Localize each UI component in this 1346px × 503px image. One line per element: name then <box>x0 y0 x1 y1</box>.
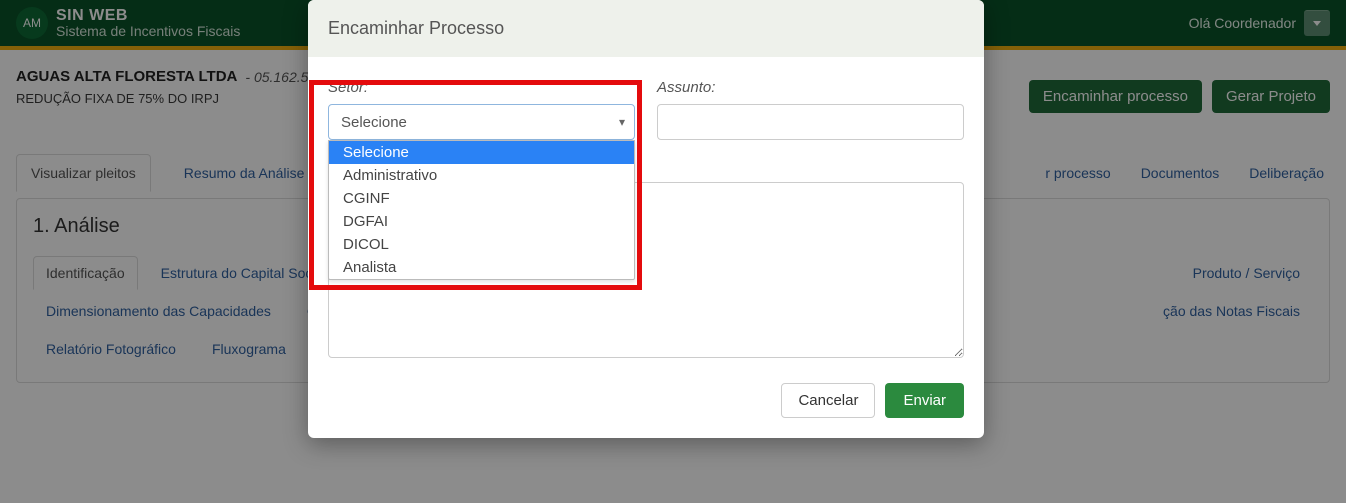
sector-select-wrap: Selecione ▾ Selecione Administrativo CGI… <box>328 104 635 140</box>
forward-process-modal: Encaminhar Processo Setor: Selecione ▾ S… <box>308 0 984 438</box>
sector-option-analista[interactable]: Analista <box>329 256 634 279</box>
sector-option-cginf[interactable]: CGINF <box>329 187 634 210</box>
sector-label: Setor: <box>328 79 635 96</box>
sector-dropdown: Selecione Administrativo CGINF DGFAI DIC… <box>328 140 635 280</box>
subject-label: Assunto: <box>657 79 964 96</box>
subject-input[interactable] <box>657 104 964 140</box>
chevron-down-icon: ▾ <box>619 115 625 129</box>
sector-select[interactable]: Selecione <box>328 104 635 140</box>
subject-field: Assunto: <box>657 79 964 140</box>
modal-body: Setor: Selecione ▾ Selecione Administrat… <box>308 57 984 367</box>
sector-select-value: Selecione <box>341 114 407 131</box>
modal-title: Encaminhar Processo <box>308 0 984 57</box>
sector-option-dgfai[interactable]: DGFAI <box>329 210 634 233</box>
modal-footer: Cancelar Enviar <box>308 367 984 438</box>
sector-option-selecione[interactable]: Selecione <box>329 141 634 164</box>
sector-option-administrativo[interactable]: Administrativo <box>329 164 634 187</box>
cancel-button[interactable]: Cancelar <box>781 383 875 418</box>
sector-field: Setor: Selecione ▾ Selecione Administrat… <box>328 79 635 140</box>
sector-option-dicol[interactable]: DICOL <box>329 233 634 256</box>
send-button[interactable]: Enviar <box>885 383 964 418</box>
